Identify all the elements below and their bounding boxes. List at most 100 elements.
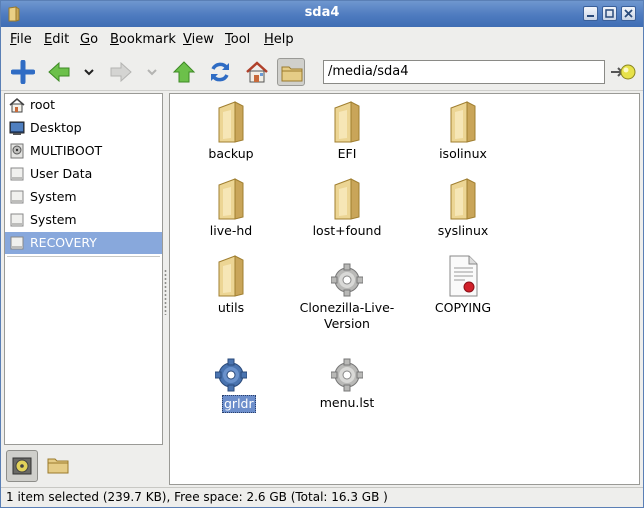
file-name: utils (217, 300, 245, 315)
arrow-up-icon (172, 61, 196, 83)
file-name-selected: grldr (222, 395, 256, 413)
place-recovery[interactable]: RECOVERY (5, 232, 162, 254)
place-system-2[interactable]: System (5, 209, 162, 231)
home-button[interactable] (243, 58, 271, 86)
place-desktop[interactable]: Desktop (5, 117, 162, 139)
file-name: isolinux (439, 146, 487, 161)
place-label: System (30, 189, 77, 204)
pane-splitter-handle[interactable] (164, 269, 167, 315)
tree-view-button[interactable] (43, 450, 75, 482)
folder-icon (215, 100, 247, 144)
title-bar[interactable]: sda4 (1, 1, 643, 27)
place-label: Desktop (30, 120, 82, 135)
file-item-folder[interactable]: syslinux (408, 177, 518, 253)
file-view: backup EFI isolinux live-hd lost+found s… (169, 93, 640, 485)
forward-history-dropdown[interactable] (145, 65, 159, 79)
places-sidebar: root Desktop MULTIBOOT User Data System (4, 93, 163, 445)
file-item-folder[interactable]: live-hd (176, 177, 286, 253)
gear-icon (214, 349, 248, 393)
places-view-button[interactable] (6, 450, 38, 482)
minimize-button[interactable] (583, 6, 598, 21)
file-name: EFI (337, 146, 357, 161)
gear-icon (330, 254, 364, 298)
drive-icon (9, 189, 25, 205)
drive-icon (9, 235, 25, 251)
file-name: live-hd (209, 223, 253, 238)
folder-icon (47, 458, 69, 474)
home-icon (9, 97, 25, 113)
menu-view-label: iew (191, 32, 214, 47)
file-name: lost+found (312, 223, 382, 238)
menu-edit[interactable]: Edit (44, 32, 69, 47)
drive-icon (12, 457, 32, 475)
desktop-icon (9, 120, 25, 136)
back-history-dropdown[interactable] (82, 65, 96, 79)
path-input[interactable]: /media/sda4 (323, 60, 605, 84)
place-label: root (30, 97, 56, 112)
file-manager-window: sda4 File Edit Go Bookmark View Tool Hel… (0, 0, 644, 508)
folder-icon (331, 177, 363, 221)
place-label: System (30, 212, 77, 227)
file-item-executable-selected[interactable]: grldr (176, 349, 286, 425)
document-icon (447, 254, 479, 298)
menu-bookmark-mnemonic: B (110, 32, 119, 47)
close-button[interactable] (621, 6, 636, 21)
file-name: backup (208, 146, 254, 161)
menu-view-mnemonic: V (183, 32, 192, 47)
arrow-left-icon (48, 61, 70, 83)
place-label: MULTIBOOT (30, 143, 103, 158)
menu-bookmark[interactable]: Bookmark (110, 32, 176, 47)
file-item-folder[interactable]: lost+found (292, 177, 402, 253)
file-name: syslinux (437, 223, 489, 238)
file-name: menu.lst (319, 395, 375, 410)
arrow-right-go-icon (611, 64, 636, 80)
sidebar-separator (7, 256, 160, 257)
plus-icon (11, 60, 35, 84)
reload-button[interactable] (206, 58, 234, 86)
maximize-icon (605, 9, 614, 18)
file-item-folder[interactable]: backup (176, 100, 286, 176)
folder-icon (281, 66, 303, 82)
file-item-executable[interactable]: Clonezilla-Live- Version (292, 254, 402, 344)
status-bar: 1 item selected (239.7 KB), Free space: … (1, 487, 643, 507)
folder-icon (331, 100, 363, 144)
back-button[interactable] (45, 58, 73, 86)
drive-icon (9, 212, 25, 228)
forward-button[interactable] (107, 58, 135, 86)
menu-bar: File Edit Go Bookmark View Tool Help (1, 28, 643, 52)
chevron-down-icon (84, 69, 94, 76)
menu-help-mnemonic: H (264, 32, 274, 47)
places-toggle-button[interactable] (277, 58, 305, 86)
drive-icon (9, 166, 25, 182)
file-item-folder[interactable]: utils (176, 254, 286, 330)
status-text: 1 item selected (239.7 KB), Free space: … (6, 490, 388, 504)
menu-help[interactable]: Help (264, 32, 294, 47)
go-button[interactable] (609, 59, 637, 85)
maximize-button[interactable] (602, 6, 617, 21)
folder-icon (215, 254, 247, 298)
menu-go[interactable]: Go (80, 32, 98, 47)
place-root[interactable]: root (5, 94, 162, 116)
place-label: User Data (30, 166, 93, 181)
place-system-1[interactable]: System (5, 186, 162, 208)
menu-edit-label: dit (52, 32, 70, 47)
file-item-folder[interactable]: isolinux (408, 100, 518, 176)
menu-go-label: o (90, 32, 99, 47)
menu-view[interactable]: View (183, 32, 214, 47)
place-user-data[interactable]: User Data (5, 163, 162, 185)
new-tab-button[interactable] (9, 58, 37, 86)
file-item-executable[interactable]: menu.lst (292, 349, 402, 425)
up-button[interactable] (170, 58, 198, 86)
file-item-document[interactable]: COPYING (408, 254, 518, 330)
home-icon (246, 61, 268, 83)
place-multiboot[interactable]: MULTIBOOT (5, 140, 162, 162)
arrow-right-icon (110, 61, 132, 83)
menu-tool-label: ool (230, 32, 251, 47)
menu-help-label: elp (273, 32, 294, 47)
file-item-folder[interactable]: EFI (292, 100, 402, 176)
close-icon (624, 9, 633, 18)
window-title: sda4 (304, 5, 340, 20)
menu-file[interactable]: File (10, 32, 32, 47)
folder-icon (447, 177, 479, 221)
menu-tool[interactable]: Tool (225, 32, 250, 47)
